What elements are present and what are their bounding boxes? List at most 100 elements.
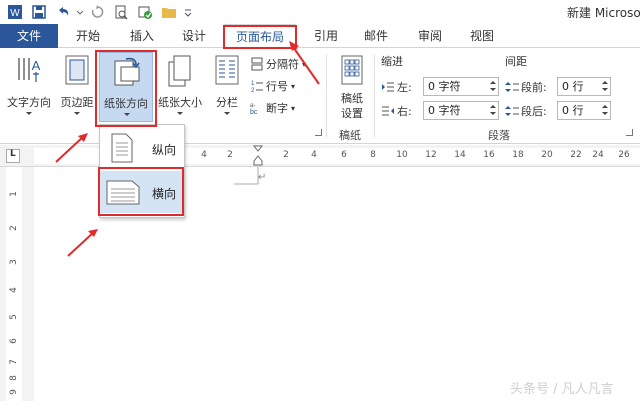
spacing-after-label: 段后:	[521, 105, 547, 118]
indent-left-input[interactable]: 0 字符	[423, 77, 499, 96]
spin-arrows[interactable]	[600, 102, 610, 119]
columns-label: 分栏	[216, 96, 238, 109]
title-bar: W 新建 Microso	[0, 0, 640, 24]
spacing-before-label: 段前:	[521, 81, 547, 94]
paper-size-icon	[168, 55, 191, 87]
svg-text:2: 2	[251, 88, 255, 93]
svg-text:bc: bc	[250, 109, 258, 115]
page-setup-launcher-icon[interactable]	[315, 129, 322, 136]
manuscript-icon	[341, 55, 363, 85]
ruler-number: 9	[9, 389, 19, 395]
quick-access-toolbar: W	[4, 2, 196, 22]
tab-file[interactable]: 文件	[0, 24, 58, 48]
indent-right-input[interactable]: 0 字符	[423, 101, 499, 120]
margins-button[interactable]: 页边距	[56, 52, 98, 122]
vertical-ruler[interactable]: 1 2 3 4 5 6 7 8 9	[0, 167, 34, 401]
chevron-down-icon: ▾	[291, 103, 296, 113]
spin-arrows[interactable]	[600, 78, 610, 95]
ruler-number: 26	[618, 150, 630, 160]
folder-icon[interactable]	[158, 2, 180, 22]
hyphenation-button[interactable]: a-bc 断字 ▾	[250, 100, 295, 116]
check-icon[interactable]	[134, 2, 156, 22]
paragraph-launcher-icon[interactable]	[626, 129, 633, 136]
orientation-button[interactable]: 纸张方向	[99, 52, 153, 122]
save-icon[interactable]	[28, 2, 50, 22]
chevron-down-icon	[224, 112, 230, 115]
tab-review[interactable]: 审阅	[410, 24, 450, 48]
menu-item-portrait[interactable]: 纵向	[100, 127, 184, 169]
manuscript-label-2: 设置	[341, 107, 363, 120]
indent-right-value: 0 字符	[428, 104, 461, 117]
tab-view[interactable]: 视图	[462, 24, 502, 48]
ruler-number: 12	[425, 150, 437, 160]
manuscript-group-label: 稿纸	[339, 129, 361, 142]
ruler-number: 14	[454, 150, 466, 160]
chevron-down-icon	[74, 112, 80, 115]
ruler-number: 8	[9, 375, 19, 381]
spacing-before-input[interactable]: 0 行	[557, 77, 611, 96]
spacing-title: 间距	[505, 55, 527, 68]
indent-right-icon	[382, 106, 394, 116]
landscape-label: 横向	[152, 187, 177, 201]
manuscript-label-1: 稿纸	[341, 92, 363, 105]
chevron-down-icon[interactable]	[76, 2, 84, 22]
text-direction-label: 文字方向	[7, 96, 51, 109]
word-logo-icon[interactable]: W	[4, 2, 26, 22]
tab-insert[interactable]: 插入	[122, 24, 162, 48]
more-icon[interactable]	[182, 2, 194, 22]
tab-mailings[interactable]: 邮件	[356, 24, 396, 48]
spacing-before-value: 0 行	[562, 80, 584, 93]
ruler-number: 8	[370, 150, 376, 160]
tab-home[interactable]: 开始	[68, 24, 108, 48]
chevron-down-icon	[26, 112, 32, 115]
ruler-number: 2	[227, 150, 233, 160]
margins-icon	[65, 55, 89, 85]
spin-arrows[interactable]	[488, 78, 498, 95]
ruler-number: 2	[9, 225, 19, 231]
paper-size-label: 纸张大小	[158, 96, 202, 109]
spacing-after-row: 段后:	[505, 103, 547, 119]
spacing-after-icon	[505, 106, 519, 116]
columns-icon	[215, 55, 239, 85]
ruler-number: 4	[201, 150, 207, 160]
manuscript-settings-button[interactable]: 稿纸 设置	[332, 52, 372, 122]
text-direction-icon: A	[18, 58, 41, 82]
tab-selector-icon[interactable]: L	[6, 149, 20, 163]
tab-design[interactable]: 设计	[174, 24, 214, 48]
undo-icon[interactable]	[52, 2, 74, 22]
indent-marker-icon[interactable]	[253, 145, 263, 167]
menu-item-landscape[interactable]: 横向	[100, 171, 184, 213]
page-orientation-icon	[114, 57, 140, 86]
window-title: 新建 Microso	[567, 6, 640, 20]
tab-selector-label: L	[10, 149, 16, 159]
paper-size-button[interactable]: 纸张大小	[155, 52, 205, 122]
spacing-before-row: 段前:	[505, 79, 547, 95]
orientation-label: 纸张方向	[104, 97, 148, 110]
indent-left-icon	[382, 82, 394, 92]
ruler-number: 1	[9, 191, 19, 197]
spacing-after-input[interactable]: 0 行	[557, 101, 611, 120]
portrait-page-icon	[111, 133, 133, 163]
chevron-down-icon	[124, 113, 130, 116]
line-numbers-icon: 12	[251, 81, 263, 93]
spacing-after-value: 0 行	[562, 104, 584, 117]
ruler-number: 10	[396, 150, 408, 160]
spin-arrows[interactable]	[488, 102, 498, 119]
redo-icon[interactable]	[86, 2, 108, 22]
indent-left-row: 左:	[381, 79, 412, 95]
horizontal-ruler-row: L 4 2 2 4 6 8 10 12 14 16 18 20 22 24 26	[0, 145, 640, 167]
group-separator	[326, 54, 327, 138]
columns-button[interactable]: 分栏	[208, 52, 246, 122]
text-direction-button[interactable]: A 文字方向	[2, 52, 56, 122]
paragraph-group-label: 段落	[488, 129, 510, 142]
chevron-down-icon	[177, 112, 183, 115]
print-preview-icon[interactable]	[110, 2, 132, 22]
portrait-label: 纵向	[152, 143, 177, 157]
hyphenation-icon: a-bc	[250, 103, 258, 115]
ruler-number: 2	[283, 150, 289, 160]
ruler-number: 7	[9, 359, 19, 365]
hyphenation-label: 断字	[266, 102, 288, 115]
ruler-number: 6	[341, 150, 347, 160]
ruler-number: 6	[9, 338, 19, 344]
indent-right-label: 右:	[397, 105, 412, 118]
